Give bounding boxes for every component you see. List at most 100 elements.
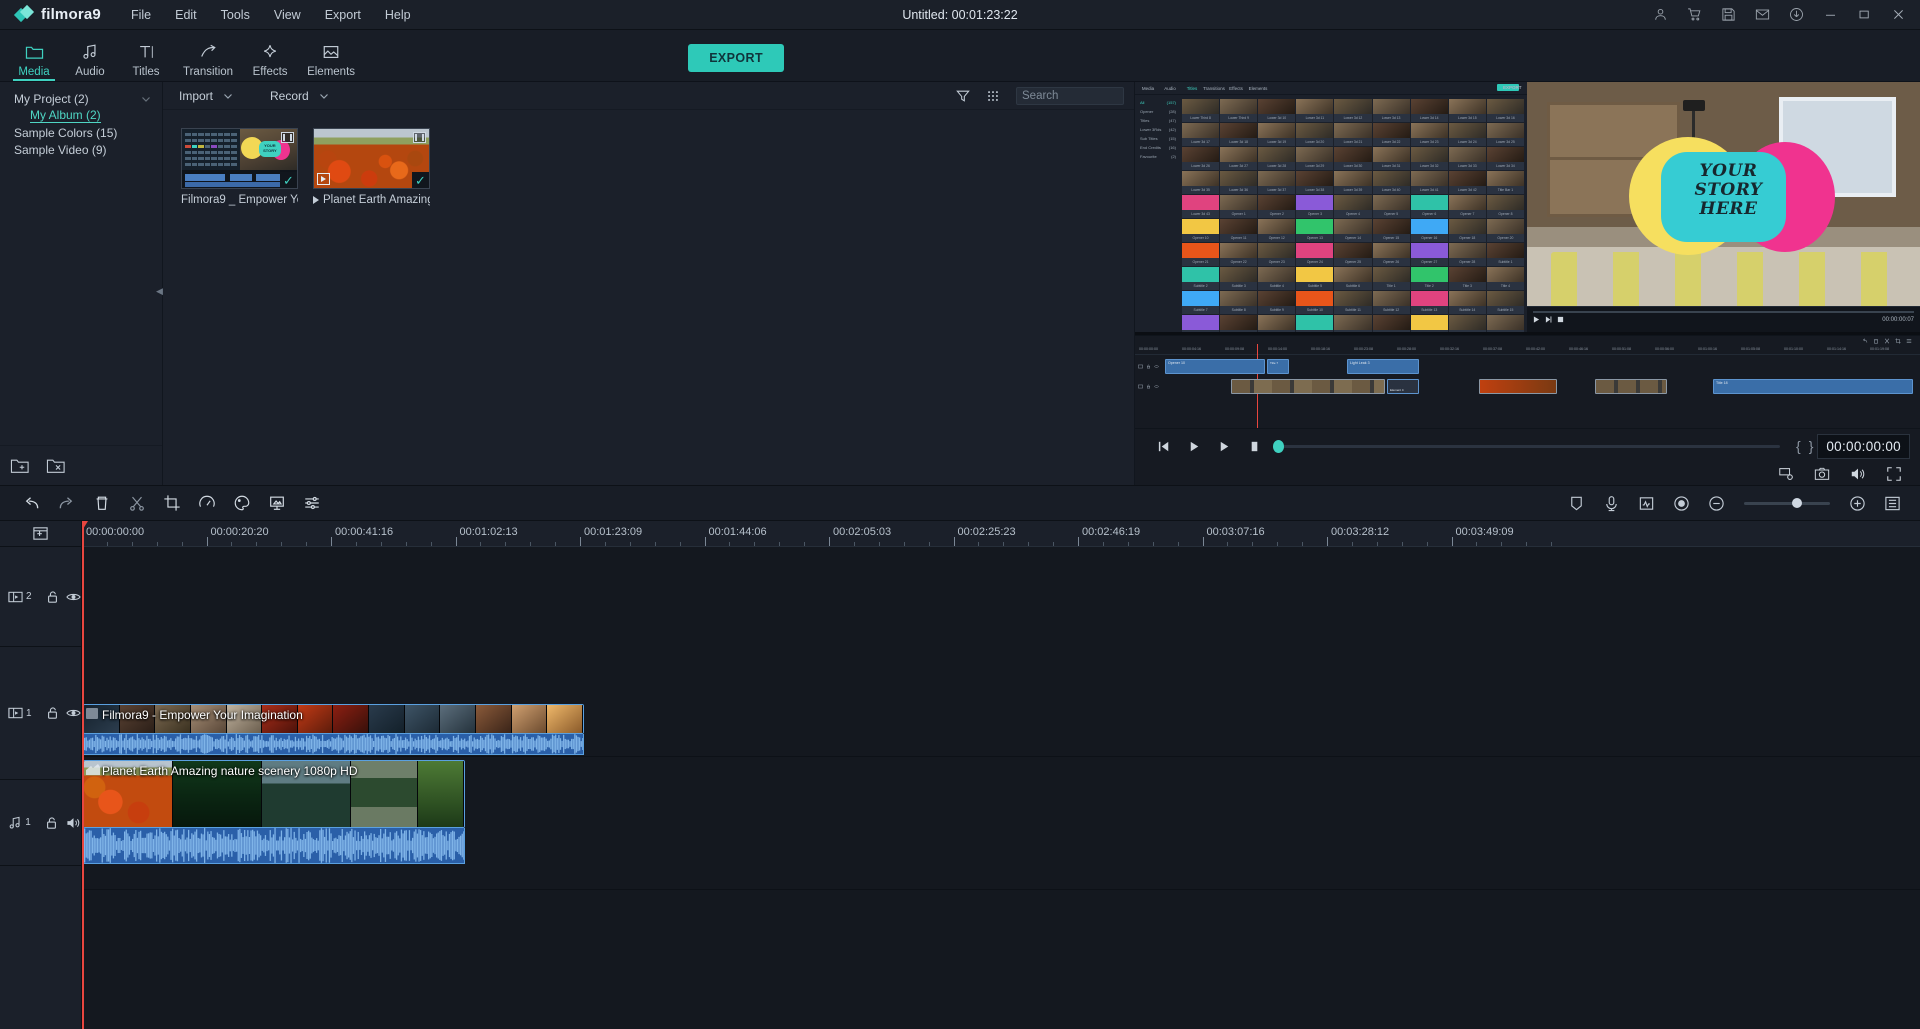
play-icon[interactable] xyxy=(1533,316,1540,323)
record-button[interactable] xyxy=(1664,485,1699,521)
close-button[interactable] xyxy=(1891,7,1906,22)
lock-icon[interactable] xyxy=(46,590,59,604)
menu-help[interactable]: Help xyxy=(383,5,413,25)
tab-media[interactable]: Media xyxy=(6,41,62,81)
playback-slider-handle[interactable] xyxy=(1273,440,1284,453)
player-timecode[interactable]: 00:00:00:00 xyxy=(1817,434,1910,459)
eye-icon[interactable] xyxy=(66,591,81,603)
clip-waveform[interactable] xyxy=(83,734,584,755)
minimize-button[interactable] xyxy=(1823,7,1838,22)
cart-icon[interactable] xyxy=(1687,7,1702,22)
mark-out-button[interactable]: } xyxy=(1805,438,1818,454)
tab-effects[interactable]: Effects xyxy=(242,41,298,81)
fullscreen-icon[interactable] xyxy=(1886,466,1902,482)
track-header-video-2[interactable]: 2 xyxy=(0,547,81,647)
undo-button[interactable] xyxy=(14,485,49,521)
timeline-playhead[interactable] xyxy=(82,521,84,1029)
sidebar-collapse-handle[interactable]: ◀ xyxy=(156,280,163,302)
folder-plus-icon[interactable] xyxy=(10,457,30,475)
ruler-tick-minor xyxy=(1227,542,1228,546)
fit-timeline-button[interactable] xyxy=(1875,485,1910,521)
selected-check-icon: ✓ xyxy=(412,172,429,188)
chevron-down-icon[interactable] xyxy=(222,90,234,102)
playback-slider[interactable] xyxy=(1273,445,1780,448)
tree-item-sample-colors[interactable]: Sample Colors (15) xyxy=(0,124,162,141)
ruler-tick-minor xyxy=(1028,542,1029,546)
snapshot-icon[interactable] xyxy=(1814,466,1830,482)
tab-audio[interactable]: Audio xyxy=(62,41,118,81)
chevron-down-icon[interactable] xyxy=(140,93,152,105)
chevron-down-icon[interactable] xyxy=(318,90,330,102)
record-button[interactable]: Record xyxy=(270,89,330,103)
timeline-empty-area[interactable] xyxy=(82,547,1920,704)
search-box[interactable] xyxy=(1016,87,1124,105)
media-thumbnail[interactable]: YOURSTORY ✓ xyxy=(181,128,298,189)
maximize-button[interactable] xyxy=(1857,7,1872,22)
play-button[interactable] xyxy=(1179,439,1209,454)
zoom-out-button[interactable] xyxy=(1699,485,1734,521)
tree-item-my-project[interactable]: My Project (2) xyxy=(0,90,162,107)
delete-button[interactable] xyxy=(84,485,119,521)
color-button[interactable] xyxy=(224,485,259,521)
track-row-video-1[interactable]: Planet Earth Amazing nature scenery 1080… xyxy=(82,757,1920,890)
menu-tools[interactable]: Tools xyxy=(219,5,252,25)
media-item[interactable]: ✓ Planet Earth Amazing ... xyxy=(313,128,430,206)
tab-titles[interactable]: Titles xyxy=(118,41,174,81)
zoom-in-button[interactable] xyxy=(1840,485,1875,521)
stop-button[interactable] xyxy=(1239,439,1269,454)
timeline-canvas[interactable]: 00:00:00:0000:00:20:2000:00:41:1600:01:0… xyxy=(82,521,1920,1029)
next-frame-button[interactable] xyxy=(1209,439,1239,454)
lock-icon[interactable] xyxy=(46,706,59,720)
screen-settings-icon[interactable] xyxy=(1778,466,1794,482)
media-item[interactable]: YOURSTORY ✓ Filmora9 _ Empower xyxy=(181,128,298,206)
menu-edit[interactable]: Edit xyxy=(173,5,199,25)
green-screen-button[interactable] xyxy=(259,485,294,521)
timeline-zoom-slider[interactable] xyxy=(1744,502,1830,505)
marker-button[interactable] xyxy=(1559,485,1594,521)
import-button[interactable]: Import xyxy=(179,89,234,103)
voiceover-button[interactable] xyxy=(1594,485,1629,521)
account-icon[interactable] xyxy=(1653,7,1668,22)
timeline-ruler[interactable]: 00:00:00:0000:00:20:2000:00:41:1600:01:0… xyxy=(82,521,1920,547)
menu-export[interactable]: Export xyxy=(323,5,363,25)
grid-view-icon[interactable] xyxy=(986,89,1000,103)
clip-waveform[interactable] xyxy=(83,828,465,864)
split-button[interactable] xyxy=(119,485,154,521)
audio-detach-button[interactable] xyxy=(1629,485,1664,521)
export-button[interactable]: EXPORT xyxy=(688,44,784,72)
timeline-zoom-handle[interactable] xyxy=(1792,498,1802,508)
menu-view[interactable]: View xyxy=(272,5,303,25)
mail-icon[interactable] xyxy=(1755,7,1770,22)
tree-item-sample-video[interactable]: Sample Video (9) xyxy=(0,141,162,158)
track-row-audio-1[interactable] xyxy=(82,890,1920,976)
preview-scrubber[interactable] xyxy=(1533,311,1914,313)
redo-button[interactable] xyxy=(49,485,84,521)
volume-icon[interactable] xyxy=(1850,466,1866,482)
track-row-video-2[interactable]: Filmora9 - Empower Your Imagination xyxy=(82,704,1920,757)
eye-icon[interactable] xyxy=(66,707,81,719)
add-track-button[interactable] xyxy=(0,521,81,547)
menu-file[interactable]: File xyxy=(129,5,153,25)
media-thumbnail[interactable]: ✓ xyxy=(313,128,430,189)
audio-mixer-button[interactable] xyxy=(294,485,329,521)
next-frame-icon[interactable] xyxy=(1545,316,1552,323)
tree-item-my-album[interactable]: My Album (2) xyxy=(0,107,162,124)
track-header-video-1[interactable]: 1 xyxy=(0,647,81,780)
lock-icon[interactable] xyxy=(45,816,59,830)
timeline-clip[interactable]: Filmora9 - Empower Your Imagination xyxy=(83,704,584,734)
download-icon[interactable] xyxy=(1789,7,1804,22)
speed-button[interactable] xyxy=(189,485,224,521)
folder-minus-icon[interactable] xyxy=(46,457,66,475)
timeline-clip[interactable]: Planet Earth Amazing nature scenery 1080… xyxy=(83,760,465,828)
mark-in-button[interactable]: { xyxy=(1792,438,1805,454)
tab-elements[interactable]: Elements xyxy=(298,41,364,81)
volume-icon[interactable] xyxy=(66,816,81,830)
prev-frame-button[interactable] xyxy=(1149,439,1179,454)
tab-transition[interactable]: Transition xyxy=(174,41,242,81)
crop-button[interactable] xyxy=(154,485,189,521)
filter-icon[interactable] xyxy=(956,89,970,103)
track-header-audio-1[interactable]: 1 xyxy=(0,780,81,866)
save-icon[interactable] xyxy=(1721,7,1736,22)
nested-category-item: Opener(28) xyxy=(1138,107,1179,116)
stop-icon[interactable] xyxy=(1557,316,1564,323)
